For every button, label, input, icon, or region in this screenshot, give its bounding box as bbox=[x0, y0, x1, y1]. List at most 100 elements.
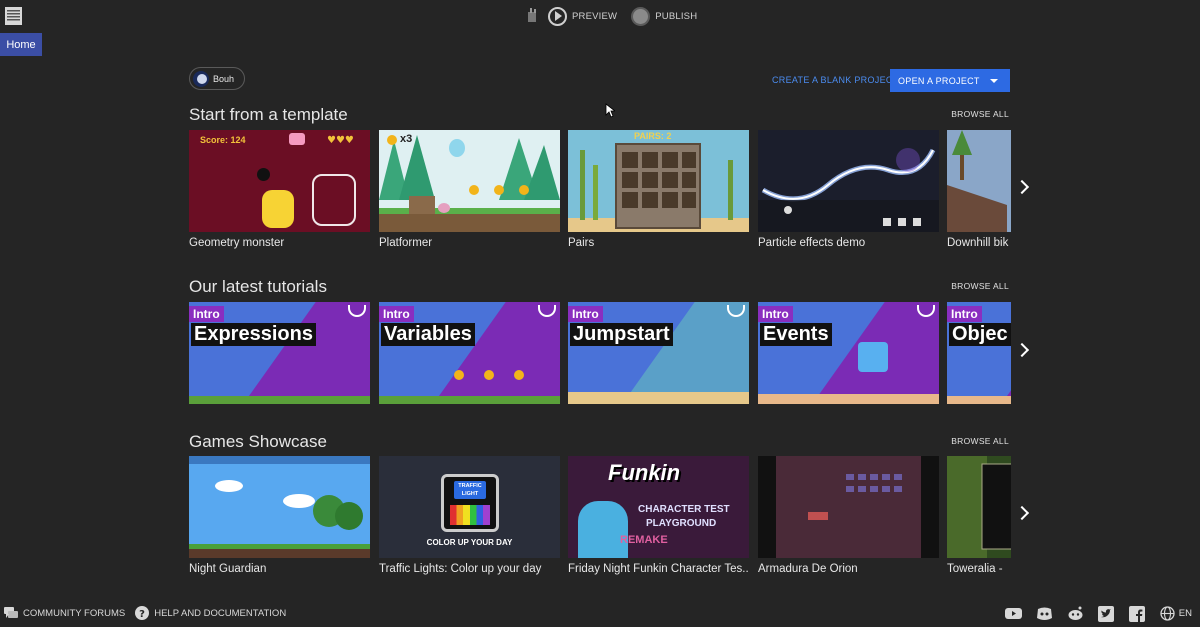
preview-button[interactable]: PREVIEW bbox=[548, 6, 617, 26]
facebook-icon[interactable] bbox=[1129, 605, 1146, 622]
thumbnail: Score: 124 ♥♥♥ bbox=[189, 130, 370, 232]
hearts-icon: ♥♥♥ bbox=[327, 135, 354, 146]
thumbnail: Intro Variables bbox=[379, 302, 560, 404]
sign-line-2: LIGHT bbox=[461, 491, 479, 497]
tutorial-card-variables[interactable]: Intro Variables bbox=[379, 302, 560, 404]
fnf-line-3: PLAYGROUND bbox=[646, 518, 717, 529]
card-title: Friday Night Funkin Character Tes... bbox=[568, 563, 749, 575]
gdevelop-logo-icon bbox=[917, 305, 935, 317]
tutorial-card-expressions[interactable]: Intro Expressions bbox=[189, 302, 370, 404]
thumbnail bbox=[758, 130, 939, 232]
youtube-icon[interactable] bbox=[1004, 605, 1022, 622]
lives-text: x3 bbox=[400, 133, 413, 145]
thumbnail: Intro Objec bbox=[947, 302, 1011, 404]
night-guardian-scene bbox=[189, 456, 370, 558]
browse-all-templates-button[interactable]: BROWSE ALL bbox=[951, 109, 1009, 119]
card-title: Armadura De Orion bbox=[758, 563, 858, 575]
template-card-geometry-monster[interactable]: Score: 124 ♥♥♥ Geometry monster bbox=[189, 130, 370, 249]
section-title-templates: Start from a template bbox=[189, 105, 348, 124]
forums-label: COMMUNITY FORUMS bbox=[23, 607, 126, 619]
traffic-caption: COLOR UP YOUR DAY bbox=[426, 538, 513, 547]
publish-label: PUBLISH bbox=[655, 10, 698, 22]
tutorial-card-jumpstart[interactable]: Intro Jumpstart bbox=[568, 302, 749, 404]
showcase-card-night-guardian[interactable]: Night Guardian bbox=[189, 456, 370, 575]
user-chip[interactable]: Bouh bbox=[189, 67, 245, 90]
thumbnail: PAIRS: 2 bbox=[568, 130, 749, 232]
mouse-cursor-icon bbox=[605, 103, 615, 118]
template-card-particle-effects[interactable]: Particle effects demo bbox=[758, 130, 939, 249]
fnf-line-4: REMAKE bbox=[620, 534, 668, 546]
intro-badge: Intro bbox=[568, 306, 603, 322]
social-links: EN bbox=[1004, 605, 1192, 622]
card-title: Particle effects demo bbox=[758, 237, 866, 249]
pairs-scene bbox=[568, 143, 749, 232]
pairs-text: PAIRS: 2 bbox=[634, 131, 672, 141]
tutorial-heading: Variables bbox=[381, 323, 475, 346]
open-project-label: OPEN A PROJECT bbox=[898, 75, 980, 86]
twitter-icon[interactable] bbox=[1098, 605, 1115, 622]
showcase-row: Night Guardian TRAFFIC LIGHT COLOR UP YO… bbox=[189, 456, 1011, 586]
thumbnail: TRAFFIC LIGHT COLOR UP YOUR DAY bbox=[379, 456, 560, 558]
thumbnail: Intro Expressions bbox=[189, 302, 370, 404]
tutorial-card-events[interactable]: Intro Events bbox=[758, 302, 939, 404]
downhill-scene bbox=[947, 130, 1007, 232]
community-forums-link[interactable]: COMMUNITY FORUMS bbox=[4, 606, 126, 620]
card-title: Traffic Lights: Color up your day bbox=[379, 563, 542, 575]
showcase-next-arrow-icon[interactable] bbox=[1015, 506, 1029, 520]
thumbnail bbox=[947, 130, 1011, 232]
showcase-card-armadura-de-orion[interactable]: Armadura De Orion bbox=[758, 456, 939, 575]
template-card-pairs[interactable]: PAIRS: 2 Pairs bbox=[568, 130, 749, 249]
template-card-downhill-bike[interactable]: Downhill bik bbox=[947, 130, 1011, 249]
showcase-card-fnf[interactable]: Funkin CHARACTER TEST PLAYGROUND REMAKE … bbox=[568, 456, 749, 575]
avatar bbox=[193, 70, 209, 87]
card-title: Toweralia - bbox=[947, 563, 1003, 575]
score-text: Score: 124 bbox=[200, 135, 246, 145]
tutorials-row: Intro Expressions Intro Variables Intro bbox=[189, 302, 1011, 432]
armadura-scene bbox=[758, 456, 939, 558]
fnf-logo-text: Funkin bbox=[608, 460, 681, 485]
chevron-down-icon[interactable] bbox=[990, 79, 998, 83]
section-title-tutorials: Our latest tutorials bbox=[189, 277, 327, 296]
gdevelop-logo-icon bbox=[538, 305, 556, 317]
thumbnail: Intro Jumpstart bbox=[568, 302, 749, 404]
intro-badge: Intro bbox=[379, 306, 414, 322]
debug-icon[interactable] bbox=[524, 6, 540, 27]
tutorial-heading: Expressions bbox=[191, 323, 316, 346]
create-blank-project-link[interactable]: CREATE A BLANK PROJECT bbox=[772, 75, 898, 85]
tutorial-card-objects[interactable]: Intro Objec bbox=[947, 302, 1011, 404]
intro-badge: Intro bbox=[758, 306, 793, 322]
template-card-platformer[interactable]: x3 Platformer bbox=[379, 130, 560, 249]
templates-next-arrow-icon[interactable] bbox=[1015, 180, 1029, 194]
thumbnail bbox=[947, 456, 1011, 558]
card-title: Night Guardian bbox=[189, 563, 267, 575]
gdevelop-logo-icon bbox=[348, 305, 366, 317]
language-selector[interactable]: EN bbox=[1160, 606, 1192, 621]
thumbnail: Funkin CHARACTER TEST PLAYGROUND REMAKE bbox=[568, 456, 749, 558]
toweralia-scene bbox=[947, 456, 1011, 558]
cupcake-shape bbox=[289, 133, 305, 145]
card-title: Geometry monster bbox=[189, 237, 285, 249]
browse-all-showcase-button[interactable]: BROWSE ALL bbox=[951, 436, 1009, 446]
reddit-icon[interactable] bbox=[1067, 605, 1084, 622]
publish-button[interactable]: PUBLISH bbox=[631, 6, 698, 26]
help-documentation-link[interactable]: ? HELP AND DOCUMENTATION bbox=[135, 606, 286, 620]
section-title-showcase: Games Showcase bbox=[189, 432, 327, 451]
thumbnail bbox=[189, 456, 370, 558]
tab-home[interactable]: Home bbox=[0, 33, 42, 56]
language-label: EN bbox=[1178, 608, 1192, 619]
intro-badge: Intro bbox=[947, 306, 982, 322]
project-manager-icon[interactable] bbox=[4, 5, 24, 27]
showcase-card-traffic-lights[interactable]: TRAFFIC LIGHT COLOR UP YOUR DAY Traffic … bbox=[379, 456, 560, 575]
tutorial-heading: Jumpstart bbox=[570, 323, 673, 346]
card-title: Platformer bbox=[379, 237, 433, 249]
help-label: HELP AND DOCUMENTATION bbox=[154, 607, 287, 619]
tutorials-next-arrow-icon[interactable] bbox=[1015, 343, 1029, 357]
open-project-button[interactable]: OPEN A PROJECT bbox=[890, 69, 1010, 92]
card-title: Pairs bbox=[568, 237, 595, 249]
svg-text:?: ? bbox=[139, 609, 145, 620]
discord-icon[interactable] bbox=[1036, 605, 1053, 622]
browse-all-tutorials-button[interactable]: BROWSE ALL bbox=[951, 281, 1009, 291]
help-icon: ? bbox=[135, 606, 150, 620]
showcase-card-toweralia[interactable]: Toweralia - bbox=[947, 456, 1011, 575]
footer-links: COMMUNITY FORUMS ? HELP AND DOCUMENTATIO… bbox=[4, 606, 286, 620]
